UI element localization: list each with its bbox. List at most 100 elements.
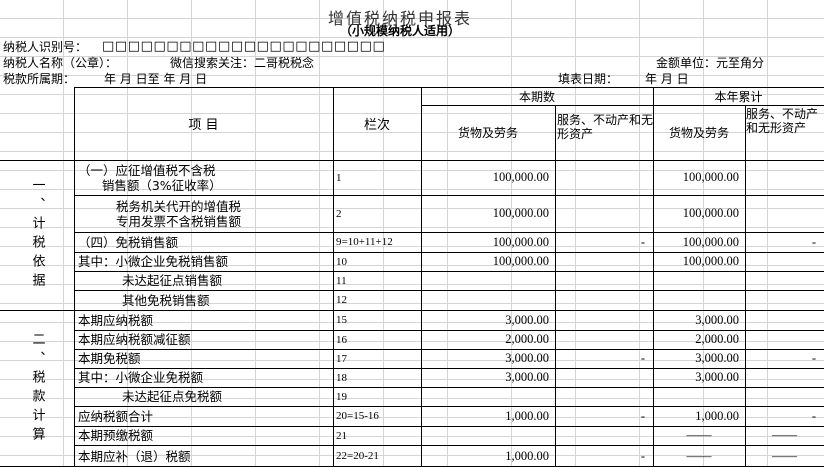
grid-line-h xyxy=(0,310,824,311)
grid-line-h xyxy=(74,87,824,88)
grid-line-v xyxy=(653,87,654,467)
row-line-code: 22=20-21 xyxy=(336,450,379,462)
row-value-gy xyxy=(653,387,745,406)
row-value-g xyxy=(421,290,555,310)
row-value-sy: - xyxy=(811,351,816,365)
row-value-s xyxy=(555,426,653,445)
header-year-to-date: 本年累计 xyxy=(714,89,763,104)
row-value-sy: - xyxy=(811,408,816,423)
row-value-gy: 100,000.00 xyxy=(682,170,739,184)
row-value-sy xyxy=(745,252,824,271)
row-value-g: 100,000.00 xyxy=(492,234,549,249)
section-tax-calculation-label: 二、税款计算 xyxy=(29,331,45,446)
row-line-code: 20=15-16 xyxy=(336,410,379,422)
row-item-label: 其他免税销售额 xyxy=(122,292,210,308)
row-value-g: 2,000.00 xyxy=(505,332,549,346)
row-value-sy: —— xyxy=(772,428,797,442)
row-value-sy: —— xyxy=(772,448,797,463)
row-item-label: 未达起征点免税额 xyxy=(122,389,223,404)
row-line-code: 16 xyxy=(336,333,347,346)
grid-line-h xyxy=(74,406,824,407)
row-value-gy: —— xyxy=(686,428,712,442)
grid-line-h xyxy=(74,252,824,253)
grid-line-v xyxy=(555,105,556,467)
row-value-g: 100,000.00 xyxy=(492,206,549,220)
row-item-label: 本期应补（退）税额 xyxy=(78,448,191,464)
row-value-g xyxy=(421,426,555,445)
row-value-sy xyxy=(745,310,824,330)
grid-line-h xyxy=(74,426,824,427)
row-line-code: 19 xyxy=(336,390,347,403)
header-goods-ytd: 货物及劳务 xyxy=(668,126,729,140)
header-goods-current: 货物及劳务 xyxy=(457,126,518,140)
row-line-code: 21 xyxy=(336,429,347,442)
row-value-sy xyxy=(745,290,824,310)
row-value-sy xyxy=(745,271,824,290)
header-services-current: 服务、不动产和无形资产 xyxy=(557,113,654,142)
row-value-g: 1,000.00 xyxy=(505,448,549,463)
row-value-gy: 100,000.00 xyxy=(682,234,739,249)
row-line-code: 17 xyxy=(336,352,347,365)
header-item: 项 目 xyxy=(188,118,219,133)
row-value-g: 3,000.00 xyxy=(505,312,549,327)
row-line-code: 10 xyxy=(336,255,347,268)
row-item-label: 本期预缴税额 xyxy=(78,428,154,443)
row-value-gy xyxy=(653,271,745,290)
header-services-ytd: 服务、不动产和无形资产 xyxy=(746,107,819,136)
row-item-label: 税务机关代开的增值税 专用发票不含税销售额 xyxy=(116,198,242,229)
row-value-gy: 1,000.00 xyxy=(695,408,739,423)
row-value-s xyxy=(555,330,653,349)
grid-line-h xyxy=(74,368,824,369)
row-value-g: 100,000.00 xyxy=(492,254,549,268)
row-value-s: - xyxy=(640,448,645,463)
row-line-code: 9=10+11+12 xyxy=(336,236,393,248)
grid-line-h xyxy=(74,232,824,233)
row-value-gy: 100,000.00 xyxy=(682,254,739,268)
row-item-label: （四）免税销售额 xyxy=(78,234,179,250)
header-line-no: 栏次 xyxy=(363,118,390,133)
row-value-gy: 100,000.00 xyxy=(682,206,739,220)
row-line-code: 2 xyxy=(336,207,342,220)
row-value-s: - xyxy=(640,234,645,249)
row-item-label: 本期免税额 xyxy=(78,351,141,366)
grid-line-h xyxy=(0,160,824,161)
row-value-sy xyxy=(745,330,824,349)
row-value-s xyxy=(555,387,653,406)
row-value-g: 3,000.00 xyxy=(505,351,549,365)
section-tax-calculation: 二、税款计算 xyxy=(0,310,74,467)
row-item-label: 本期应纳税额 xyxy=(78,312,154,328)
row-value-sy xyxy=(745,160,824,195)
row-line-code: 1 xyxy=(336,171,342,184)
row-value-s: - xyxy=(640,351,645,365)
grid-line-v xyxy=(745,105,746,467)
row-value-s xyxy=(555,310,653,330)
row-value-gy: 3,000.00 xyxy=(695,370,739,384)
row-value-gy: —— xyxy=(686,448,712,463)
row-value-g xyxy=(421,387,555,406)
row-value-g: 1,000.00 xyxy=(505,408,549,423)
row-value-s xyxy=(555,290,653,310)
row-line-code: 11 xyxy=(336,274,347,287)
grid-line-h xyxy=(74,271,824,272)
grid-line-h xyxy=(74,195,824,196)
row-value-sy: - xyxy=(811,234,816,249)
grid-line-h xyxy=(74,387,824,388)
row-value-s xyxy=(555,252,653,271)
row-value-gy: 3,000.00 xyxy=(695,312,739,327)
row-item-label: 其中：小微企业免税销售额 xyxy=(78,254,229,269)
grid-line-v xyxy=(74,87,75,467)
row-line-code: 12 xyxy=(336,294,347,306)
grid-line-v xyxy=(333,87,334,467)
grid-line-v xyxy=(421,87,422,467)
row-value-g: 100,000.00 xyxy=(492,170,549,184)
row-line-code: 15 xyxy=(336,314,347,326)
section-tax-basis-label: 一、计税依据 xyxy=(29,178,45,292)
grid-line-h xyxy=(74,349,824,350)
tax-return-sheet: 增值税纳税申报表 （小规模纳税人适用） 纳税人识别号： □□□□□□□□□□□□… xyxy=(0,0,824,467)
row-value-s xyxy=(555,271,653,290)
row-value-gy xyxy=(653,290,745,310)
row-item-label: 其中：小微企业免税额 xyxy=(78,370,204,385)
row-value-g: 3,000.00 xyxy=(505,370,549,384)
row-value-gy: 3,000.00 xyxy=(695,351,739,365)
row-value-sy xyxy=(745,195,824,232)
